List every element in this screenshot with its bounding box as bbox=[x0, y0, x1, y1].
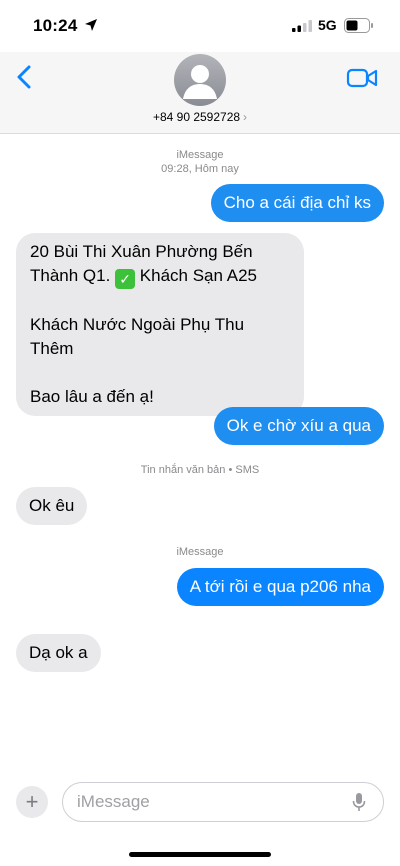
received-message[interactable]: 20 Bùi Thi Xuân Phường Bến Thành Q1. ✓ K… bbox=[16, 233, 304, 416]
service-label: iMessage bbox=[176, 546, 224, 558]
received-message[interactable]: Dạ ok a bbox=[16, 634, 101, 672]
message-input[interactable]: iMessage bbox=[62, 782, 384, 822]
message-line: 20 Bùi Thi Xuân Phường Bến bbox=[30, 242, 253, 261]
status-bar: 10:24 5G bbox=[0, 0, 400, 52]
location-arrow-icon bbox=[85, 19, 97, 31]
sms-label: Tin nhắn văn bản • SMS bbox=[140, 464, 260, 476]
conversation-header: +84 90 2592728 › bbox=[0, 52, 400, 134]
sent-message[interactable]: Cho a cái địa chỉ ks bbox=[210, 184, 384, 222]
timestamp-header: iMessage 09:28, Hôm nay bbox=[0, 148, 400, 176]
person-icon bbox=[183, 65, 217, 99]
message-text: Thành Q1. bbox=[30, 266, 116, 285]
microphone-icon[interactable] bbox=[352, 792, 366, 812]
contact-name[interactable]: +84 90 2592728 › bbox=[0, 110, 400, 124]
avatar[interactable] bbox=[174, 54, 226, 106]
add-attachment-button[interactable]: + bbox=[16, 786, 48, 818]
network-type: 5G bbox=[318, 17, 337, 33]
sent-message[interactable]: A tới rồi e qua p206 nha bbox=[176, 568, 384, 606]
status-time: 10:24 bbox=[33, 16, 78, 35]
contact-number: +84 90 2592728 bbox=[152, 110, 241, 124]
chevron-left-icon[interactable] bbox=[14, 64, 36, 90]
received-message[interactable]: Ok êu bbox=[16, 487, 88, 525]
home-indicator[interactable] bbox=[129, 852, 271, 857]
cellular-signal-icon bbox=[292, 20, 312, 32]
chevron-right-icon: › bbox=[243, 110, 248, 124]
sent-message[interactable]: Ok e chờ xíu a qua bbox=[213, 407, 384, 445]
message-line: Thành Q1. ✓ Khách Sạn A25 bbox=[30, 264, 290, 289]
message-line: Khách Nước Ngoài Phụ Thu Thêm bbox=[30, 315, 245, 358]
message-line: Bao lâu a đến ạ! bbox=[30, 387, 154, 406]
message-text: Khách Sạn A25 bbox=[135, 266, 257, 285]
timestamp: 09:28, Hôm nay bbox=[161, 163, 239, 175]
battery-icon bbox=[344, 18, 373, 33]
service-label: iMessage bbox=[176, 149, 224, 161]
video-camera-icon[interactable] bbox=[346, 66, 378, 90]
check-mark-emoji-icon: ✓ bbox=[115, 269, 136, 289]
